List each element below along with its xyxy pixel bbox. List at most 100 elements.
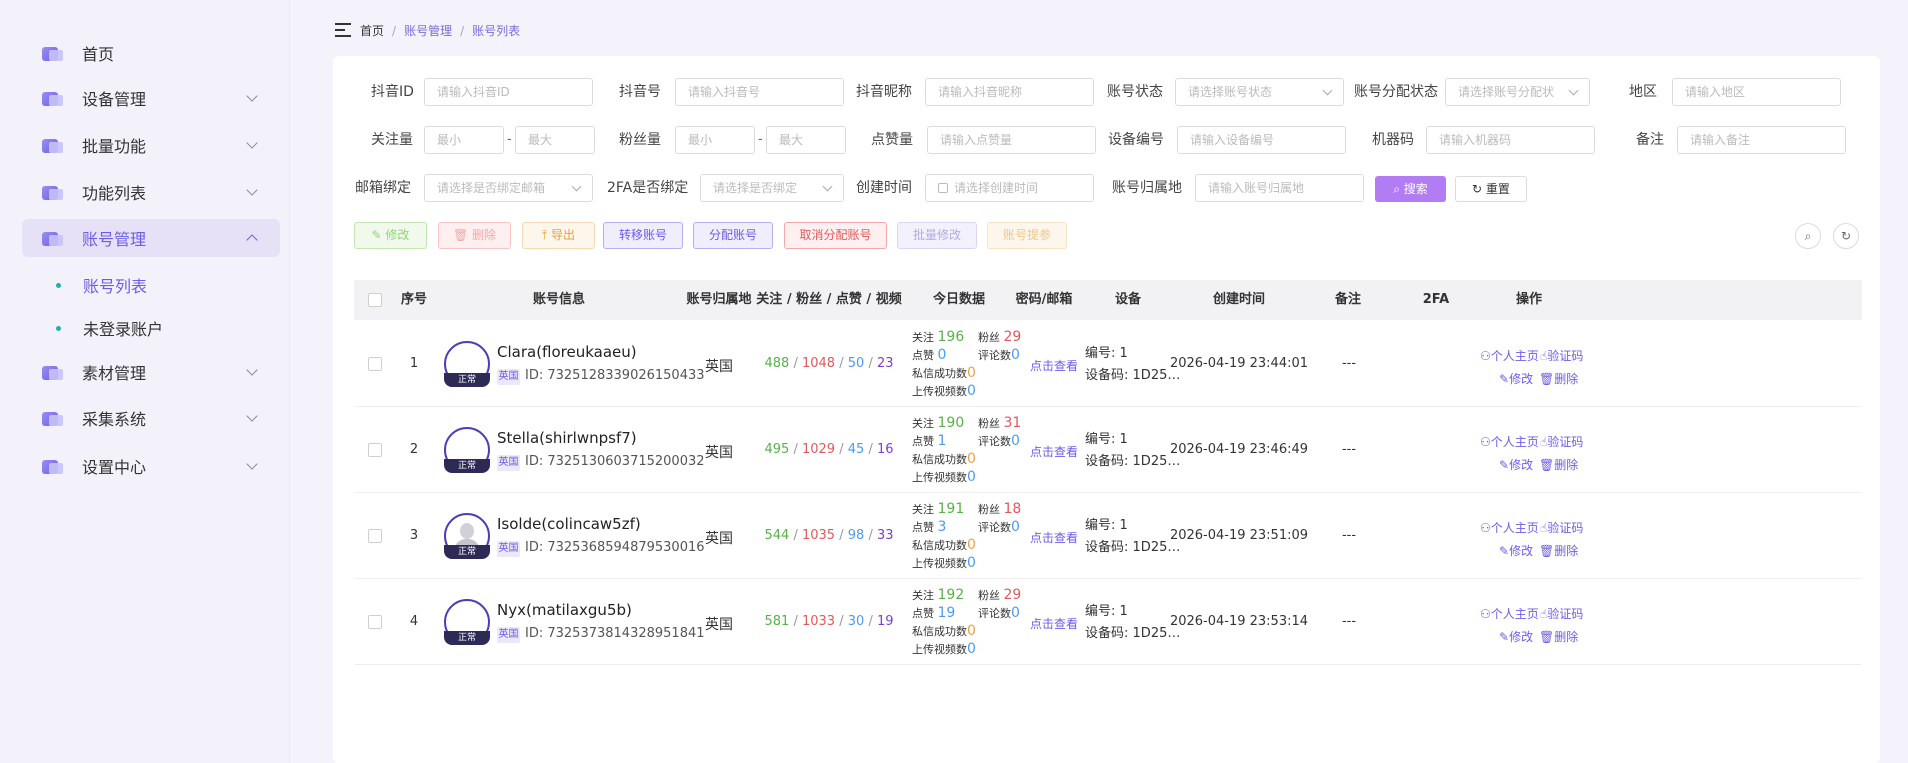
sidebar-item-label: 设备管理	[82, 90, 147, 109]
row-delete-link[interactable]: 🗑删除	[1539, 628, 1578, 645]
sidebar-item-account-management[interactable]: 账号管理	[22, 219, 280, 257]
delete-button[interactable]: 🗑 删除	[438, 222, 511, 249]
breadcrumb-home[interactable]: 首页	[360, 22, 384, 39]
region-input[interactable]: 请输入地区	[1672, 78, 1841, 106]
today-data: 关注 190 粉丝 31 点赞 1 评论数0 私信成功数0 上传视频数0	[912, 415, 1027, 487]
assign-account-button[interactable]: 分配账号	[693, 222, 773, 249]
search-icon[interactable]: ⌕	[1795, 223, 1821, 249]
today-dm-value: 0	[967, 451, 976, 467]
today-fans-label: 粉丝	[978, 417, 1000, 430]
email-bind-select[interactable]: 请选择是否绑定邮箱	[424, 174, 593, 202]
select-all-checkbox[interactable]	[368, 293, 382, 307]
sidebar-subitem-account-list[interactable]: 账号列表	[22, 267, 280, 303]
nickname-input[interactable]: 请输入抖音昵称	[925, 78, 1094, 106]
sidebar-item-batch-functions[interactable]: 批量功能	[22, 126, 280, 164]
today-comments-value: 0	[1011, 433, 1020, 449]
transfer-account-button[interactable]: 转移账号	[603, 222, 683, 249]
follow-max-input[interactable]: 最大	[515, 126, 595, 154]
profile-link[interactable]: ⚇个人主页	[1480, 433, 1539, 450]
row-edit-link[interactable]: ✎修改	[1499, 542, 1533, 559]
assign-status-select[interactable]: 请选择账号分配状	[1445, 78, 1590, 106]
search-button[interactable]: ⌕ 搜索	[1375, 176, 1446, 202]
user-icon: ⚇	[1480, 521, 1491, 535]
douyin-no-input[interactable]: 请输入抖音号	[675, 78, 844, 106]
edit-button[interactable]: ✎ 修改	[354, 222, 427, 249]
device-code-label: 设备码:	[1085, 626, 1129, 641]
device-no-value: 1	[1119, 518, 1128, 533]
fans-max-input[interactable]: 最大	[766, 126, 846, 154]
sidebar-item-label: 账号管理	[82, 230, 147, 249]
profile-link[interactable]: ⚇个人主页	[1480, 347, 1539, 364]
device-no-input[interactable]: 请输入设备编号	[1177, 126, 1346, 154]
row-checkbox[interactable]	[368, 443, 382, 457]
filter-label: 地区	[1629, 84, 1657, 100]
user-icon: ⚇	[1480, 435, 1491, 449]
batch-edit-button[interactable]: 批量修改	[897, 222, 977, 249]
today-fans-value: 29	[1003, 587, 1022, 603]
device-code-label: 设备码:	[1085, 540, 1129, 555]
reset-button[interactable]: ↻ 重置	[1455, 176, 1527, 202]
view-password-link[interactable]: 点击查看	[1024, 357, 1084, 374]
extract-params-button[interactable]: 账号提参	[987, 222, 1067, 249]
verify-code-link[interactable]: ☝验证码	[1540, 519, 1583, 536]
machine-code-input[interactable]: 请输入机器码	[1426, 126, 1595, 154]
account-region: 英国	[705, 531, 733, 547]
row-edit-label: 修改	[1509, 458, 1534, 472]
sidebar-item-home[interactable]: 首页	[22, 34, 280, 72]
breadcrumb-account-management[interactable]: 账号管理	[404, 22, 452, 39]
region-tag: 英国	[497, 455, 520, 471]
today-follow-value: 191	[937, 501, 965, 517]
profile-link[interactable]: ⚇个人主页	[1480, 605, 1539, 622]
account-name: Stella(shirlwnpsf7)	[497, 429, 637, 447]
fans-min-input[interactable]: 最小	[675, 126, 755, 154]
row-edit-label: 修改	[1509, 630, 1534, 644]
create-time-picker[interactable]: 请选择创建时间	[925, 174, 1094, 202]
today-fans: 粉丝 29	[978, 329, 1021, 345]
upload-icon: ⤒	[541, 228, 552, 242]
verify-code-link[interactable]: ☝验证码	[1540, 433, 1583, 450]
view-password-link[interactable]: 点击查看	[1024, 615, 1084, 632]
row-edit-link[interactable]: ✎修改	[1499, 456, 1533, 473]
verify-code-link[interactable]: ☝验证码	[1540, 605, 1583, 622]
profile-link[interactable]: ⚇个人主页	[1480, 519, 1539, 536]
sidebar-item-material-management[interactable]: 素材管理	[22, 353, 280, 391]
row-edit-link[interactable]: ✎修改	[1499, 370, 1533, 387]
device-no-label: 编号:	[1085, 346, 1116, 361]
unassign-account-button[interactable]: 取消分配账号	[784, 222, 887, 249]
row-checkbox[interactable]	[368, 529, 382, 543]
export-button[interactable]: ⤒ 导出	[522, 222, 595, 249]
likes-input[interactable]: 请输入点赞量	[927, 126, 1096, 154]
sidebar-item-collection-system[interactable]: 采集系统	[22, 399, 280, 437]
today-upload-label: 上传视频数	[912, 385, 967, 398]
view-password-link[interactable]: 点击查看	[1024, 529, 1084, 546]
today-follow-label: 关注	[912, 417, 934, 430]
account-status-select[interactable]: 请选择账号状态	[1175, 78, 1344, 106]
row-delete-link[interactable]: 🗑删除	[1539, 542, 1578, 559]
menu-fold-icon[interactable]	[335, 23, 351, 37]
sidebar-item-function-list[interactable]: 功能列表	[22, 173, 280, 211]
row-delete-link[interactable]: 🗑删除	[1539, 456, 1578, 473]
remark-input[interactable]: 请输入备注	[1677, 126, 1846, 154]
device-no-label: 编号:	[1085, 518, 1116, 533]
douyin-id-input[interactable]: 请输入抖音ID	[424, 78, 593, 106]
today-likes: 点赞 3	[912, 519, 946, 535]
sidebar-subitem-unlogged-accounts[interactable]: 未登录账户	[22, 310, 280, 346]
sidebar-item-device-management[interactable]: 设备管理	[22, 79, 280, 117]
follow-min-input[interactable]: 最小	[424, 126, 504, 154]
today-dm-value: 0	[967, 623, 976, 639]
stat-likes: 30	[847, 614, 865, 629]
row-checkbox[interactable]	[368, 615, 382, 629]
account-region-input[interactable]: 请输入账号归属地	[1195, 174, 1364, 202]
verify-code-link[interactable]: ☝验证码	[1540, 347, 1583, 364]
create-time: 2026-04-19 23:51:09	[1169, 528, 1309, 543]
stat-follow: 544	[764, 528, 790, 543]
view-password-link[interactable]: 点击查看	[1024, 443, 1084, 460]
row-edit-link[interactable]: ✎修改	[1499, 628, 1533, 645]
sidebar-item-settings-center[interactable]: 设置中心	[22, 447, 280, 485]
today-comments-label: 评论数	[978, 521, 1011, 534]
row-delete-link[interactable]: 🗑删除	[1539, 370, 1578, 387]
refresh-icon[interactable]: ↻	[1833, 223, 1859, 249]
row-checkbox[interactable]	[368, 357, 382, 371]
remark: ---	[1341, 614, 1357, 629]
twofa-bind-select[interactable]: 请选择是否绑定	[700, 174, 844, 202]
